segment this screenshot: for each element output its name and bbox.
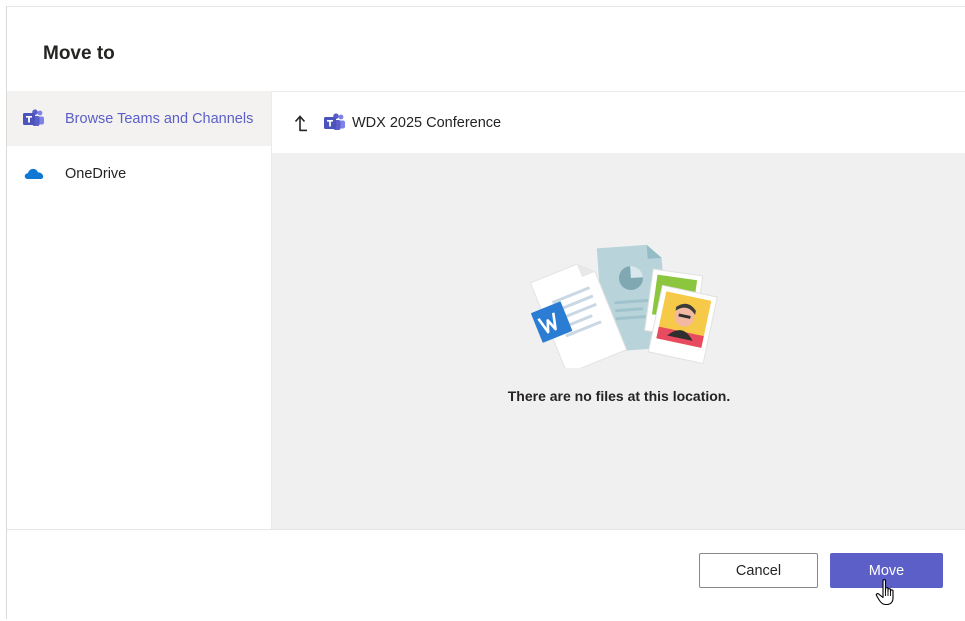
dialog-title: Move to	[43, 43, 115, 64]
teams-icon	[23, 108, 45, 130]
cancel-button[interactable]: Cancel	[699, 553, 818, 588]
up-arrow-icon[interactable]	[290, 112, 312, 134]
sidebar: Browse Teams and Channels OneDrive	[7, 91, 272, 529]
onedrive-icon	[23, 163, 45, 185]
hand-cursor-icon	[875, 578, 899, 608]
location-breadcrumb: WDX 2025 Conference	[272, 91, 965, 153]
sidebar-item-label: OneDrive	[65, 165, 127, 182]
current-location-label: WDX 2025 Conference	[352, 114, 502, 131]
sidebar-item-onedrive[interactable]: OneDrive	[7, 146, 271, 201]
sidebar-item-browse-teams[interactable]: Browse Teams and Channels	[7, 91, 271, 146]
sidebar-item-label: Browse Teams and Channels	[65, 110, 254, 127]
file-list-area: There are no files at this location.	[272, 153, 965, 529]
teams-icon	[324, 112, 346, 134]
dialog-footer: Cancel Move	[7, 529, 965, 621]
empty-files-illustration	[522, 238, 722, 375]
move-to-dialog: Move to Browse Teams and Channels OneDri…	[6, 6, 965, 621]
empty-state-message: There are no files at this location.	[507, 388, 731, 404]
